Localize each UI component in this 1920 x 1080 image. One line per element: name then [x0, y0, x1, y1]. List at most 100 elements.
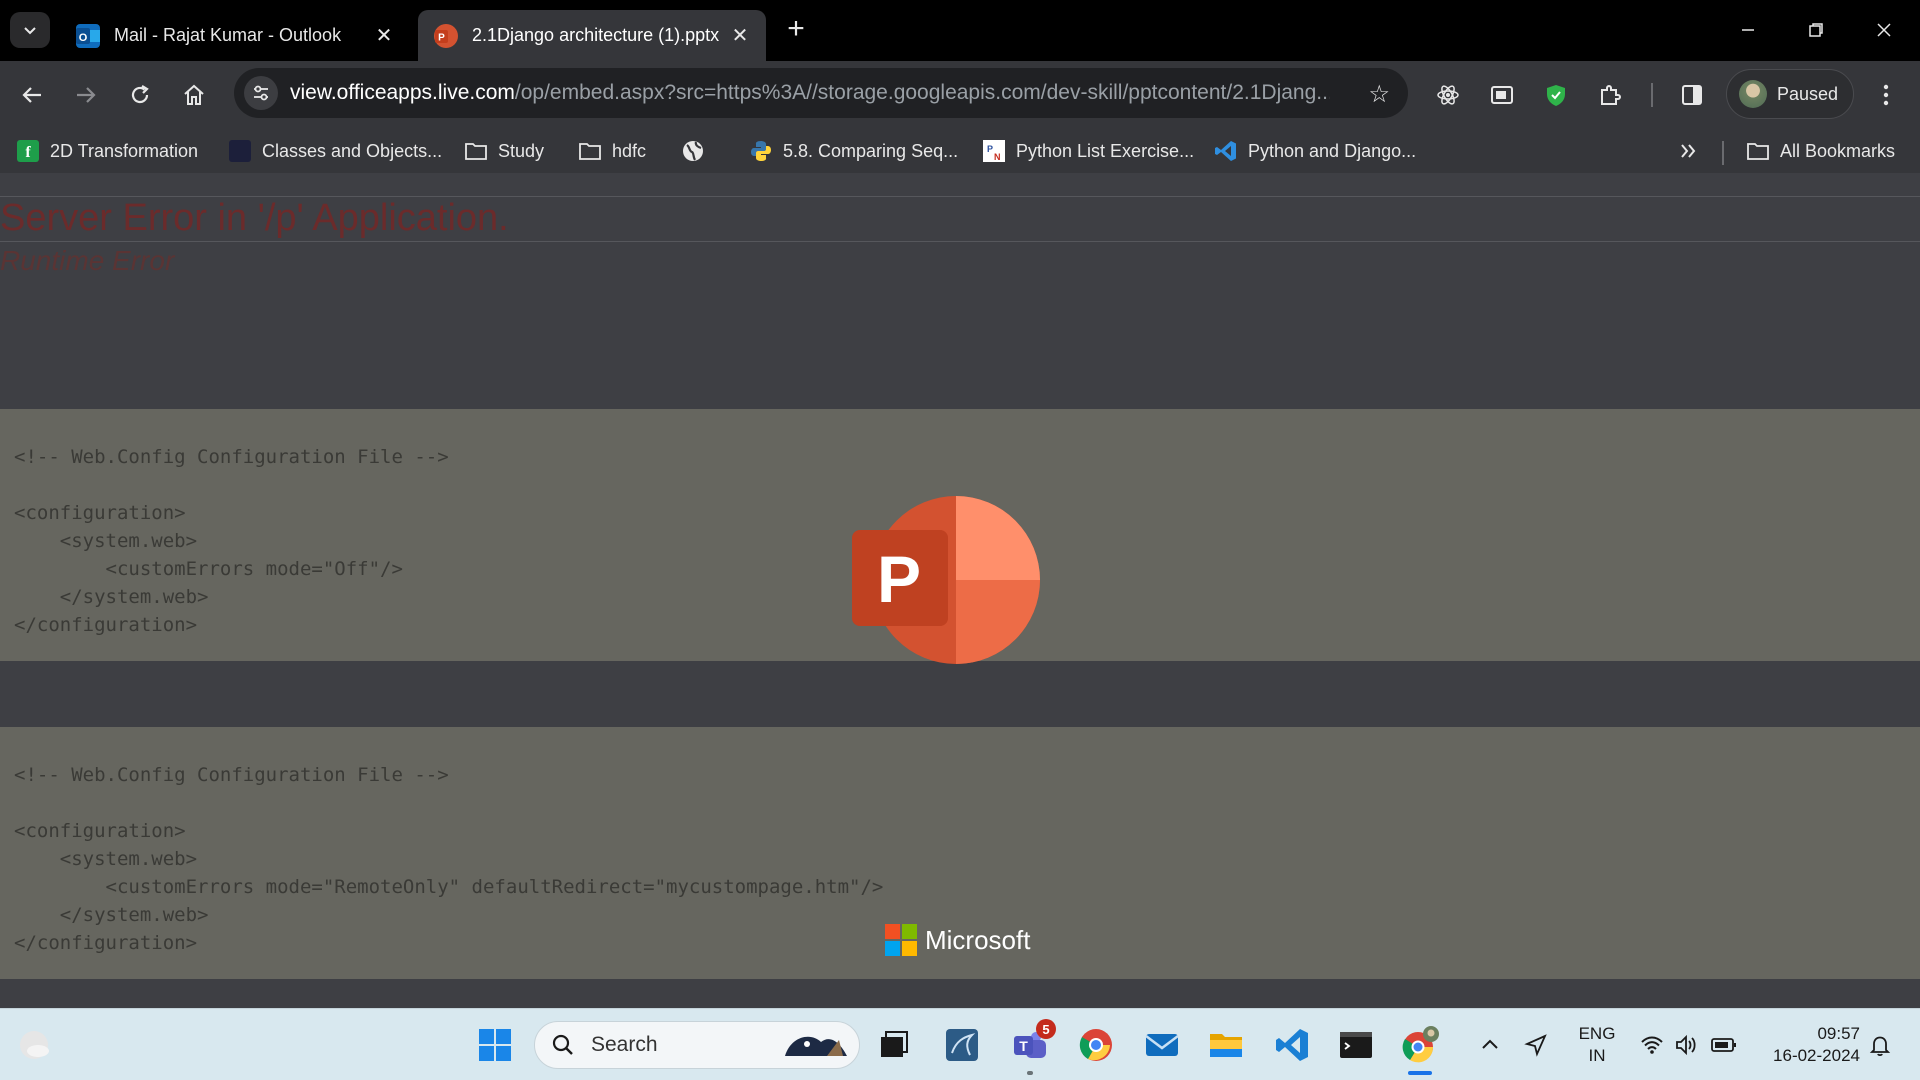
dark-site-icon: [228, 139, 252, 163]
tab-pptx[interactable]: P 2.1Django architecture (1).pptx ✕: [418, 10, 766, 61]
close-icon[interactable]: ✕: [728, 24, 752, 48]
tab-outlook-mail[interactable]: O Mail - Rajat Kumar - Outlook ✕: [60, 10, 410, 61]
arrow-left-icon: [22, 87, 41, 103]
chrome-icon: [1079, 1029, 1112, 1061]
arrow-right-icon: [77, 87, 96, 103]
bookmarks-separator: [1722, 141, 1724, 165]
more-bookmarks-button[interactable]: [1676, 137, 1710, 165]
chrome-icon: [1402, 1026, 1439, 1063]
bookmark-2d-transformation[interactable]: f 2D Transformation: [16, 137, 198, 165]
notifications-button[interactable]: [1858, 1023, 1902, 1067]
tab-strip: O Mail - Rajat Kumar - Outlook ✕ P 2.1Dj…: [0, 0, 1920, 61]
bookmark-classes-objects[interactable]: Classes and Objects...: [228, 137, 442, 165]
toolbar-separator: [1651, 83, 1653, 107]
bookmark-python-list-exercise[interactable]: PN Python List Exercise...: [982, 137, 1194, 165]
browser-menu-button[interactable]: [1866, 75, 1906, 115]
address-bar[interactable]: view.officeapps.live.com/op/embed.aspx?s…: [234, 68, 1408, 118]
language-indicator[interactable]: ENG IN: [1572, 1023, 1622, 1067]
brand-text: Microsoft: [925, 924, 1031, 955]
search-icon: [552, 1034, 573, 1055]
atom-icon: [1437, 85, 1459, 105]
extension-shield-button[interactable]: [1536, 75, 1576, 115]
svg-text:P: P: [438, 32, 445, 43]
svg-text:O: O: [79, 32, 88, 44]
close-icon: [1877, 23, 1891, 37]
extensions-button[interactable]: [1590, 75, 1630, 115]
globe-icon: [681, 139, 705, 163]
bell-icon: [1869, 1036, 1891, 1057]
battery-button[interactable]: [1702, 1023, 1746, 1067]
taskbar-app-chrome-profile[interactable]: [1398, 1023, 1442, 1075]
side-panel-button[interactable]: [1672, 75, 1712, 115]
folder-icon: [1210, 1034, 1242, 1057]
divider: [0, 241, 1920, 242]
tab-title: 2.1Django architecture (1).pptx: [472, 25, 720, 45]
minimize-button[interactable]: [1720, 8, 1776, 52]
taskbar-app-teams[interactable]: T 5: [1008, 1019, 1056, 1075]
minimize-icon: [1742, 29, 1754, 31]
taskbar-app-chrome[interactable]: [1074, 1023, 1118, 1067]
shield-icon: [1547, 85, 1565, 106]
location-arrow-icon: [1524, 1034, 1547, 1057]
windows-icon: [479, 1029, 511, 1061]
folder-icon: [578, 139, 602, 163]
bookmark-folder-hdfc[interactable]: hdfc: [578, 137, 646, 165]
profile-button[interactable]: Paused: [1726, 69, 1854, 119]
python-icon: [749, 139, 773, 163]
restore-button[interactable]: [1788, 8, 1844, 52]
bookmarks-bar: f 2D Transformation Classes and Objects.…: [0, 129, 1920, 173]
battery-icon: [1711, 1038, 1736, 1052]
clock-date: 16-02-2024: [1773, 1046, 1860, 1065]
svg-text:f: f: [25, 144, 31, 161]
clock[interactable]: 09:57 16-02-2024: [1750, 1023, 1860, 1067]
forward-button[interactable]: [66, 75, 106, 115]
location-button[interactable]: [1514, 1023, 1558, 1067]
bookmark-comparing-seq[interactable]: 5.8. Comparing Seq...: [749, 137, 958, 165]
moon-cloud-icon: [20, 1031, 49, 1059]
kebab-menu-icon: [1883, 84, 1889, 106]
url-text[interactable]: view.officeapps.live.com/op/embed.aspx?s…: [290, 81, 1330, 105]
svg-text:N: N: [994, 152, 1001, 162]
taskbar-app-terminal[interactable]: [1334, 1023, 1378, 1067]
chevron-down-icon: [24, 27, 36, 35]
folder-icon: [464, 139, 488, 163]
microsoft-logo: Microsoft: [885, 924, 1030, 956]
taskbar-app-vscode[interactable]: [1270, 1023, 1314, 1067]
taskbar-app-mail[interactable]: [1140, 1023, 1184, 1067]
powerpoint-logo-icon: P: [852, 496, 1040, 664]
bookmark-star-icon[interactable]: ☆: [1368, 80, 1390, 109]
speaker-icon: [1676, 1034, 1696, 1056]
new-tab-button[interactable]: +: [780, 14, 812, 46]
wifi-icon: [1641, 1036, 1663, 1054]
taskbar-app-mysql-workbench[interactable]: [940, 1023, 984, 1067]
taskbar-search-input[interactable]: Search: [534, 1021, 860, 1069]
folder-icon: [1746, 139, 1770, 163]
task-view-button[interactable]: [872, 1023, 916, 1067]
bookmark-folder-study[interactable]: Study: [464, 137, 544, 165]
tab-search-button[interactable]: [10, 12, 50, 48]
close-icon[interactable]: ✕: [372, 24, 396, 48]
taskbar-app-file-explorer[interactable]: [1204, 1023, 1248, 1067]
embedded-page: Server Error in '/p' Application. Runtim…: [0, 173, 1920, 1008]
bookmark-python-django[interactable]: Python and Django...: [1214, 137, 1416, 165]
reload-button[interactable]: [120, 75, 160, 115]
outlook-icon: O: [76, 23, 100, 48]
search-highlight-icon: [785, 1036, 847, 1056]
active-indicator: [1408, 1071, 1432, 1075]
all-bookmarks-button[interactable]: All Bookmarks: [1746, 137, 1895, 165]
weather-widget-button[interactable]: [12, 1023, 56, 1067]
close-window-button[interactable]: [1856, 8, 1912, 52]
mail-icon: [1145, 1034, 1179, 1056]
bookmark-globe[interactable]: [681, 137, 715, 165]
mysql-workbench-icon: [946, 1029, 978, 1061]
svg-text:P: P: [987, 144, 993, 154]
site-info-button[interactable]: [244, 76, 278, 110]
powerpoint-icon: P: [434, 23, 458, 48]
extension-pip-button[interactable]: [1482, 75, 1522, 115]
extension-react-button[interactable]: [1428, 75, 1468, 115]
home-button[interactable]: [174, 75, 214, 115]
show-hidden-icons-button[interactable]: [1468, 1023, 1512, 1067]
notification-badge: 5: [1036, 1019, 1056, 1039]
start-button[interactable]: [473, 1023, 517, 1067]
back-button[interactable]: [12, 75, 52, 115]
